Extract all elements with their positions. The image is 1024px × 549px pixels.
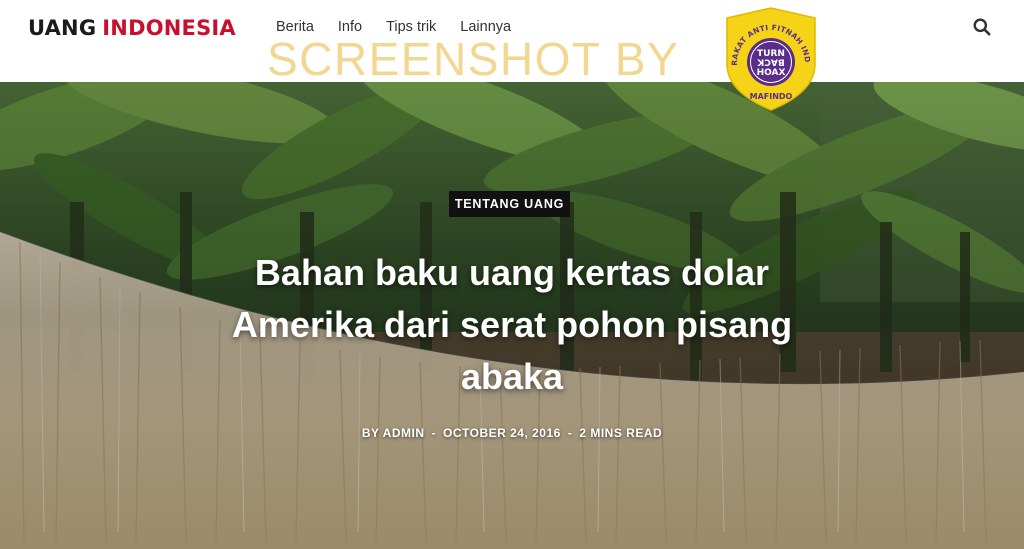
title-line-1: Bahan baku uang kertas dolar [254,252,770,293]
seal-org-name: MAFINDO [750,92,793,101]
watermark-text: SCREENSHOT BY [267,33,680,85]
seal-line-back: BACK [756,57,784,67]
site-header: UANG INDONESIA Berita Info Tips trik Lain… [0,0,1024,85]
article-meta: BY ADMIN - OCTOBER 24, 2016-2 MINS READ [250,424,774,442]
meta-author[interactable]: BY ADMIN [362,426,425,440]
search-button[interactable] [972,17,992,37]
logo-word-uang: UANG [28,16,97,40]
meta-read-time: 2 MINS READ [579,426,663,440]
meta-separator: - [567,426,573,440]
meta-date: OCTOBER 24, 2016 [443,426,561,440]
mafindo-seal: MASYARAKAT ANTI FITNAH INDONESIA TURN BA… [721,6,816,111]
seal-line-hoax: HOAX [757,68,786,78]
logo-word-indonesia: INDONESIA [102,16,236,40]
category-badge[interactable]: TENTANG UANG [449,191,570,217]
site-logo[interactable]: UANG INDONESIA [28,14,236,42]
meta-separator: - [431,426,436,440]
title-line-3: abaka [460,356,564,397]
hero-section: TENTANG UANG Bahan baku uang kertas dola… [0,82,1024,549]
search-icon [973,18,991,36]
title-line-2: Amerika dari serat pohon pisang [231,304,793,345]
article-title[interactable]: Bahan baku uang kertas dolar Amerika dar… [160,247,864,403]
